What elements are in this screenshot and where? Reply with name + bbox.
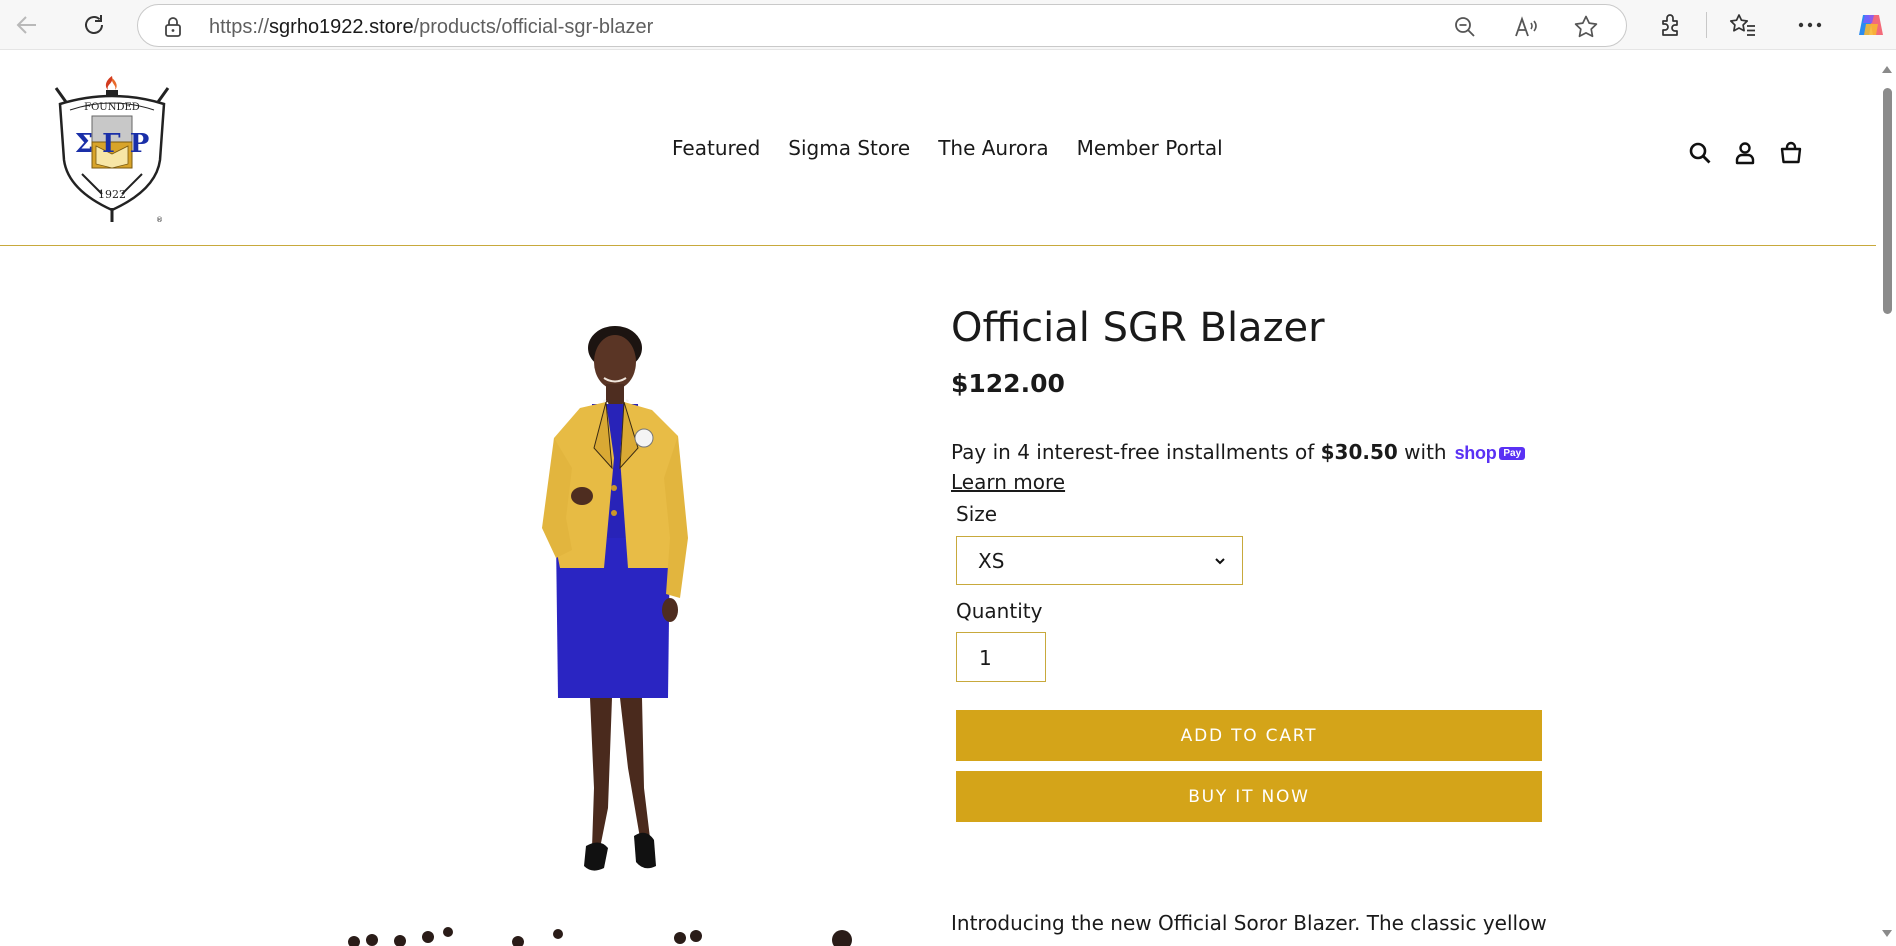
- logo-registered-mark: ®: [156, 216, 163, 224]
- buy-it-now-button[interactable]: BUY IT NOW: [956, 771, 1542, 822]
- extensions-button[interactable]: [1657, 11, 1685, 39]
- lock-icon: [165, 17, 181, 37]
- url-host: sgrho1922.store: [269, 16, 414, 38]
- favorite-button[interactable]: [1573, 14, 1599, 40]
- url-text[interactable]: https://sgrho1922.store/products/officia…: [209, 16, 653, 39]
- read-aloud-icon: [1515, 16, 1537, 37]
- product-main-image[interactable]: [520, 318, 710, 888]
- favorite-star-icon: [1574, 15, 1598, 38]
- address-bar[interactable]: https://sgrho1922.store/products/officia…: [137, 4, 1627, 47]
- description-line: Introducing the new Official Soror Blaze…: [951, 911, 1547, 935]
- copilot-button[interactable]: [1857, 11, 1885, 39]
- header-cart-button[interactable]: [1776, 138, 1806, 168]
- product-thumbnail-strip[interactable]: [340, 920, 880, 946]
- installments-prefix: Pay in 4 interest-free installments of: [951, 440, 1321, 464]
- url-path: /products/official-sgr-blazer: [413, 16, 654, 38]
- page-scrollbar[interactable]: [1878, 54, 1896, 946]
- cart-icon: [1780, 141, 1802, 164]
- extensions-icon: [1662, 14, 1678, 36]
- search-icon: [1689, 142, 1711, 164]
- size-select[interactable]: XS: [956, 536, 1243, 585]
- scroll-thumb[interactable]: [1883, 88, 1892, 314]
- shop-pay-logo: shop Pay: [1455, 443, 1526, 464]
- more-button[interactable]: [1796, 11, 1824, 39]
- scroll-up-arrow[interactable]: [1882, 66, 1892, 73]
- shop-pay-badge: Pay: [1499, 447, 1526, 460]
- url-scheme: https://: [209, 16, 270, 38]
- site-logo[interactable]: FOUNDED Σ Γ Ρ 1922 ®: [52, 70, 172, 226]
- learn-more-link[interactable]: Learn more: [951, 470, 1065, 494]
- site-info-button[interactable]: [160, 14, 186, 40]
- installments-amount: $30.50: [1320, 440, 1398, 464]
- logo-year-text: 1922: [98, 188, 126, 201]
- size-select-value: XS: [978, 549, 1005, 573]
- refresh-icon: [85, 15, 103, 34]
- nav-featured[interactable]: Featured: [672, 136, 760, 160]
- installments-message: Pay in 4 interest-free installments of $…: [951, 440, 1526, 464]
- quantity-value: 1: [979, 646, 992, 670]
- refresh-button[interactable]: [78, 9, 110, 41]
- account-icon: [1735, 142, 1755, 165]
- logo-founded-text: FOUNDED: [84, 102, 140, 113]
- header-account-button[interactable]: [1730, 138, 1760, 168]
- installments-suffix: with: [1397, 440, 1447, 464]
- favorites-button[interactable]: [1729, 11, 1757, 39]
- favorites-icon: [1729, 14, 1755, 36]
- chevron-down-icon: [1215, 558, 1225, 565]
- logo-letters-text: Σ Γ Ρ: [75, 129, 150, 159]
- crest-logo-image: FOUNDED Σ Γ Ρ 1922 ®: [54, 76, 170, 224]
- header-search-button[interactable]: [1685, 138, 1715, 168]
- back-icon: [16, 16, 36, 34]
- back-button[interactable]: [11, 9, 43, 41]
- read-aloud-button[interactable]: [1513, 14, 1539, 40]
- zoom-out-icon: [1455, 17, 1475, 37]
- nav-the-aurora[interactable]: The Aurora: [938, 136, 1048, 160]
- size-label: Size: [956, 502, 998, 526]
- shop-pay-word: shop: [1454, 443, 1497, 463]
- browser-toolbar: https://sgrho1922.store/products/officia…: [0, 0, 1896, 50]
- nav-sigma-store[interactable]: Sigma Store: [788, 136, 910, 160]
- product-title: Official SGR Blazer: [951, 305, 1325, 351]
- thumbnail-images: [348, 927, 852, 946]
- copilot-icon: [1859, 15, 1883, 35]
- more-icon: [1798, 22, 1822, 28]
- nav-member-portal[interactable]: Member Portal: [1077, 136, 1223, 160]
- model-in-blazer-image: [542, 326, 688, 871]
- product-description: Introducing the new Official Soror Blaze…: [951, 908, 1551, 938]
- toolbar-divider: [1706, 12, 1707, 38]
- site-nav: Featured Sigma Store The Aurora Member P…: [672, 136, 1223, 160]
- product-price: $122.00: [951, 369, 1065, 398]
- quantity-label: Quantity: [956, 599, 1043, 623]
- scroll-down-arrow[interactable]: [1882, 930, 1892, 937]
- site-header: FOUNDED Σ Γ Ρ 1922 ® Featured Sigma Stor…: [0, 54, 1876, 246]
- quantity-input[interactable]: 1: [956, 632, 1046, 682]
- zoom-button[interactable]: [1452, 14, 1478, 40]
- add-to-cart-button[interactable]: ADD TO CART: [956, 710, 1542, 761]
